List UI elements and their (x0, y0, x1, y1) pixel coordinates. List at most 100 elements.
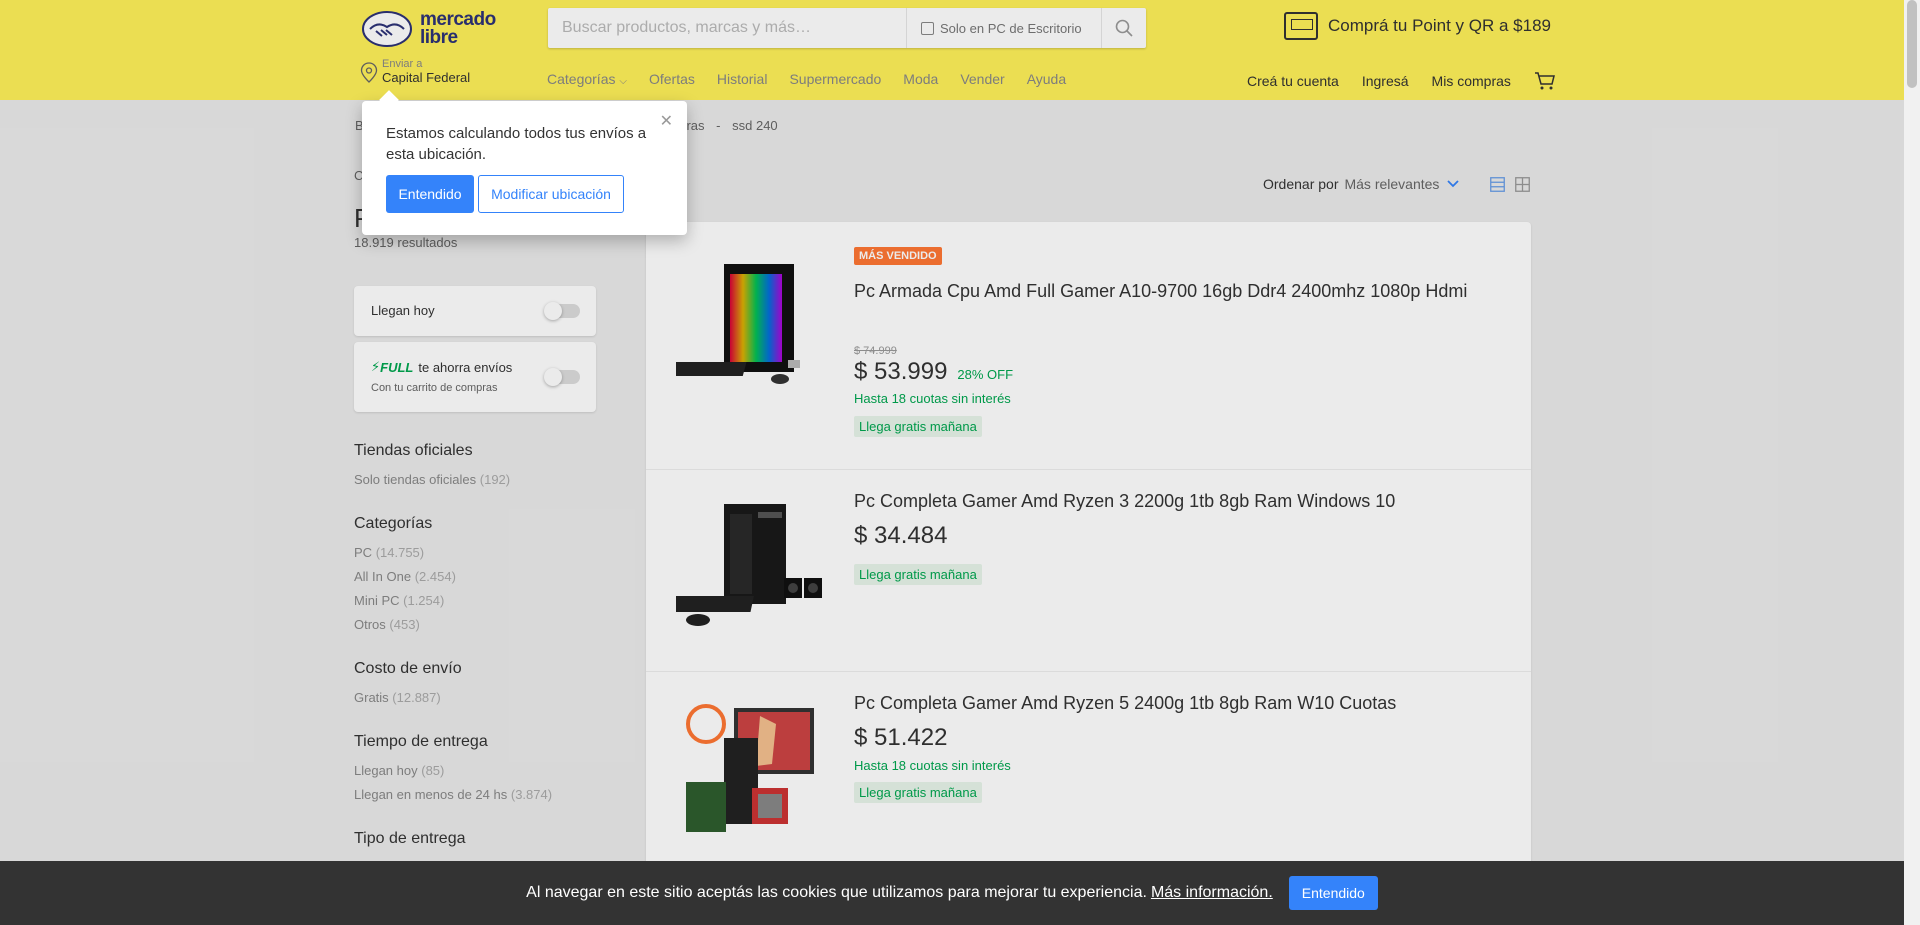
filter-option-label: Otros (354, 617, 386, 632)
installments-text: Hasta 18 cuotas sin interés (854, 758, 1011, 773)
sort-control[interactable]: Ordenar por Más relevantes (1263, 176, 1460, 192)
filter-option-count: (1.254) (403, 593, 445, 608)
filter-option[interactable]: All In One (2.454) (354, 569, 596, 584)
user-nav: Creá tu cuenta Ingresá Mis compras (1247, 71, 1556, 91)
product-price: $ 53.999 28% OFF (854, 358, 1013, 386)
product-price: $ 51.422 (854, 724, 947, 752)
breadcrumb: doras - ssd 240 (672, 118, 778, 133)
shipping-label: Llega gratis mañana (854, 564, 982, 585)
cart-icon[interactable] (1534, 71, 1556, 91)
nav-historial[interactable]: Historial (717, 71, 768, 87)
filter-option-count: (14.755) (375, 545, 425, 560)
filter-option-label: All In One (354, 569, 412, 584)
shipping-location[interactable]: Enviar a Capital Federal (360, 58, 470, 86)
product-item[interactable]: MÁS VENDIDO Pc Armada Cpu Amd Full Gamer… (646, 222, 1531, 470)
list-view-icon[interactable] (1490, 177, 1505, 192)
cookie-text: Al navegar en este sitio aceptás las coo… (526, 884, 1147, 901)
point-device-icon (1284, 12, 1318, 40)
my-purchases-link[interactable]: Mis compras (1432, 73, 1511, 89)
product-price-value: $ 51.422 (854, 724, 948, 751)
filter-option[interactable]: Gratis (12.887) (354, 690, 596, 705)
filter-section-categorias: Categorías PC (14.755) All In One (2.454… (354, 515, 596, 632)
login-link[interactable]: Ingresá (1362, 73, 1409, 89)
filter-option[interactable]: Llegan en menos de 24 hs (3.874) (354, 787, 596, 802)
scrollbar-thumb[interactable] (1907, 0, 1917, 88)
search-filter-checkbox[interactable]: Solo en PC de Escritorio (906, 8, 1082, 48)
create-account-link[interactable]: Creá tu cuenta (1247, 73, 1339, 89)
filter-option-count: (2.454) (414, 569, 456, 584)
search-button[interactable] (1101, 8, 1146, 48)
nav-supermercado[interactable]: Supermercado (789, 71, 881, 87)
sort-label: Ordenar por (1263, 176, 1339, 192)
filter-option-label: PC (354, 545, 373, 560)
results-count: 18.919 resultados (354, 235, 458, 250)
product-image-pc-ryzen3[interactable] (664, 492, 826, 642)
sort-value[interactable]: Más relevantes (1344, 176, 1439, 192)
mercadolibre-logo[interactable]: mercado libre (362, 9, 502, 49)
filter-option-count: (453) (389, 617, 420, 632)
filter-option-count: (3.874) (510, 787, 553, 802)
main-nav: Categorías ⌵ Ofertas Historial Supermerc… (547, 71, 1088, 87)
product-price: $ 34.484 (854, 522, 947, 550)
filter-option[interactable]: Llegan hoy (85) (354, 763, 596, 778)
llegan-hoy-toggle[interactable] (544, 302, 580, 320)
grid-view-icon[interactable] (1515, 177, 1530, 192)
header: mercado libre Buscar productos, marcas y… (0, 0, 1904, 100)
filter-option-label: Solo tiendas oficiales (354, 472, 477, 487)
nav-categorias-label: Categorías (547, 71, 616, 87)
full-text: te ahorra envíos (418, 359, 513, 375)
cookie-more-info-link[interactable]: Más información. (1151, 884, 1273, 902)
product-price-value: $ 53.999 (854, 358, 948, 385)
page-scrollbar[interactable] (1904, 0, 1920, 925)
filter-option[interactable]: PC (14.755) (354, 545, 596, 560)
view-toggle (1490, 177, 1530, 192)
checkbox-label: Solo en PC de Escritorio (940, 20, 1082, 36)
filter-option[interactable]: Mini PC (1.254) (354, 593, 596, 608)
logo-text-line2: libre (420, 27, 458, 48)
llegan-hoy-label: Llegan hoy (371, 303, 435, 318)
filter-llegan-hoy[interactable]: Llegan hoy (354, 286, 596, 336)
search-icon (1115, 19, 1133, 37)
pc-bundle-image-icon (686, 704, 814, 832)
pc-tower-image-icon (662, 264, 800, 384)
location-popup: Estamos calculando todos tus envíos a es… (362, 101, 687, 235)
promo-point-qr[interactable]: Comprá tu Point y QR a $189 (1284, 12, 1551, 40)
product-item[interactable]: Pc Completa Gamer Amd Ryzen 5 2400g 1tb … (646, 672, 1531, 874)
checkbox-box[interactable] (921, 21, 934, 35)
filter-section-title: Tipo de entrega (354, 830, 466, 847)
filter-option[interactable]: Otros (453) (354, 617, 596, 632)
filter-option-count: (85) (421, 763, 445, 778)
chevron-down-icon (1447, 180, 1460, 188)
cookie-accept-button[interactable]: Entendido (1288, 876, 1378, 910)
filter-full[interactable]: ⚡ FULL te ahorra envíos Con tu carrito d… (354, 342, 596, 412)
search-input[interactable]: Buscar productos, marcas y más… (562, 19, 902, 37)
modify-location-button[interactable]: Modificar ubicación (478, 175, 624, 213)
product-title[interactable]: Pc Armada Cpu Amd Full Gamer A10-9700 16… (854, 278, 1494, 304)
best-seller-badge: MÁS VENDIDO (854, 247, 942, 265)
nav-vender[interactable]: Vender (960, 71, 1004, 87)
shipping-label: Llega gratis mañana (854, 782, 982, 803)
popup-understood-button[interactable]: Entendido (386, 175, 474, 213)
nav-categorias[interactable]: Categorías ⌵ (547, 71, 627, 87)
full-subtext: Con tu carrito de compras (371, 382, 498, 394)
nav-moda[interactable]: Moda (903, 71, 938, 87)
full-brand-label: FULL (380, 359, 414, 375)
product-image-pc-ryzen5[interactable] (676, 694, 826, 844)
product-item[interactable]: Pc Completa Gamer Amd Ryzen 3 2200g 1tb … (646, 470, 1531, 672)
full-toggle[interactable] (544, 368, 580, 386)
logo-text: mercado libre (420, 10, 496, 48)
nav-ofertas[interactable]: Ofertas (649, 71, 695, 87)
lightning-icon: ⚡ (371, 359, 381, 374)
filter-option-label: Gratis (354, 690, 389, 705)
location-label: Enviar a (382, 58, 423, 70)
product-title[interactable]: Pc Completa Gamer Amd Ryzen 3 2200g 1tb … (854, 488, 1494, 514)
product-title[interactable]: Pc Completa Gamer Amd Ryzen 5 2400g 1tb … (854, 690, 1494, 716)
product-image-gaming-pc[interactable] (662, 252, 826, 402)
close-icon[interactable]: ✕ (660, 111, 673, 131)
filter-section-costo-envio: Costo de envío Gratis (12.887) (354, 660, 596, 705)
promo-text: Comprá tu Point y QR a $189 (1328, 16, 1552, 35)
filter-option-label: Llegan hoy (354, 763, 418, 778)
nav-ayuda[interactable]: Ayuda (1027, 71, 1066, 87)
filter-option[interactable]: Solo tiendas oficiales (192) (354, 472, 596, 487)
filter-section-tipo-entrega: Tipo de entrega (354, 830, 596, 848)
